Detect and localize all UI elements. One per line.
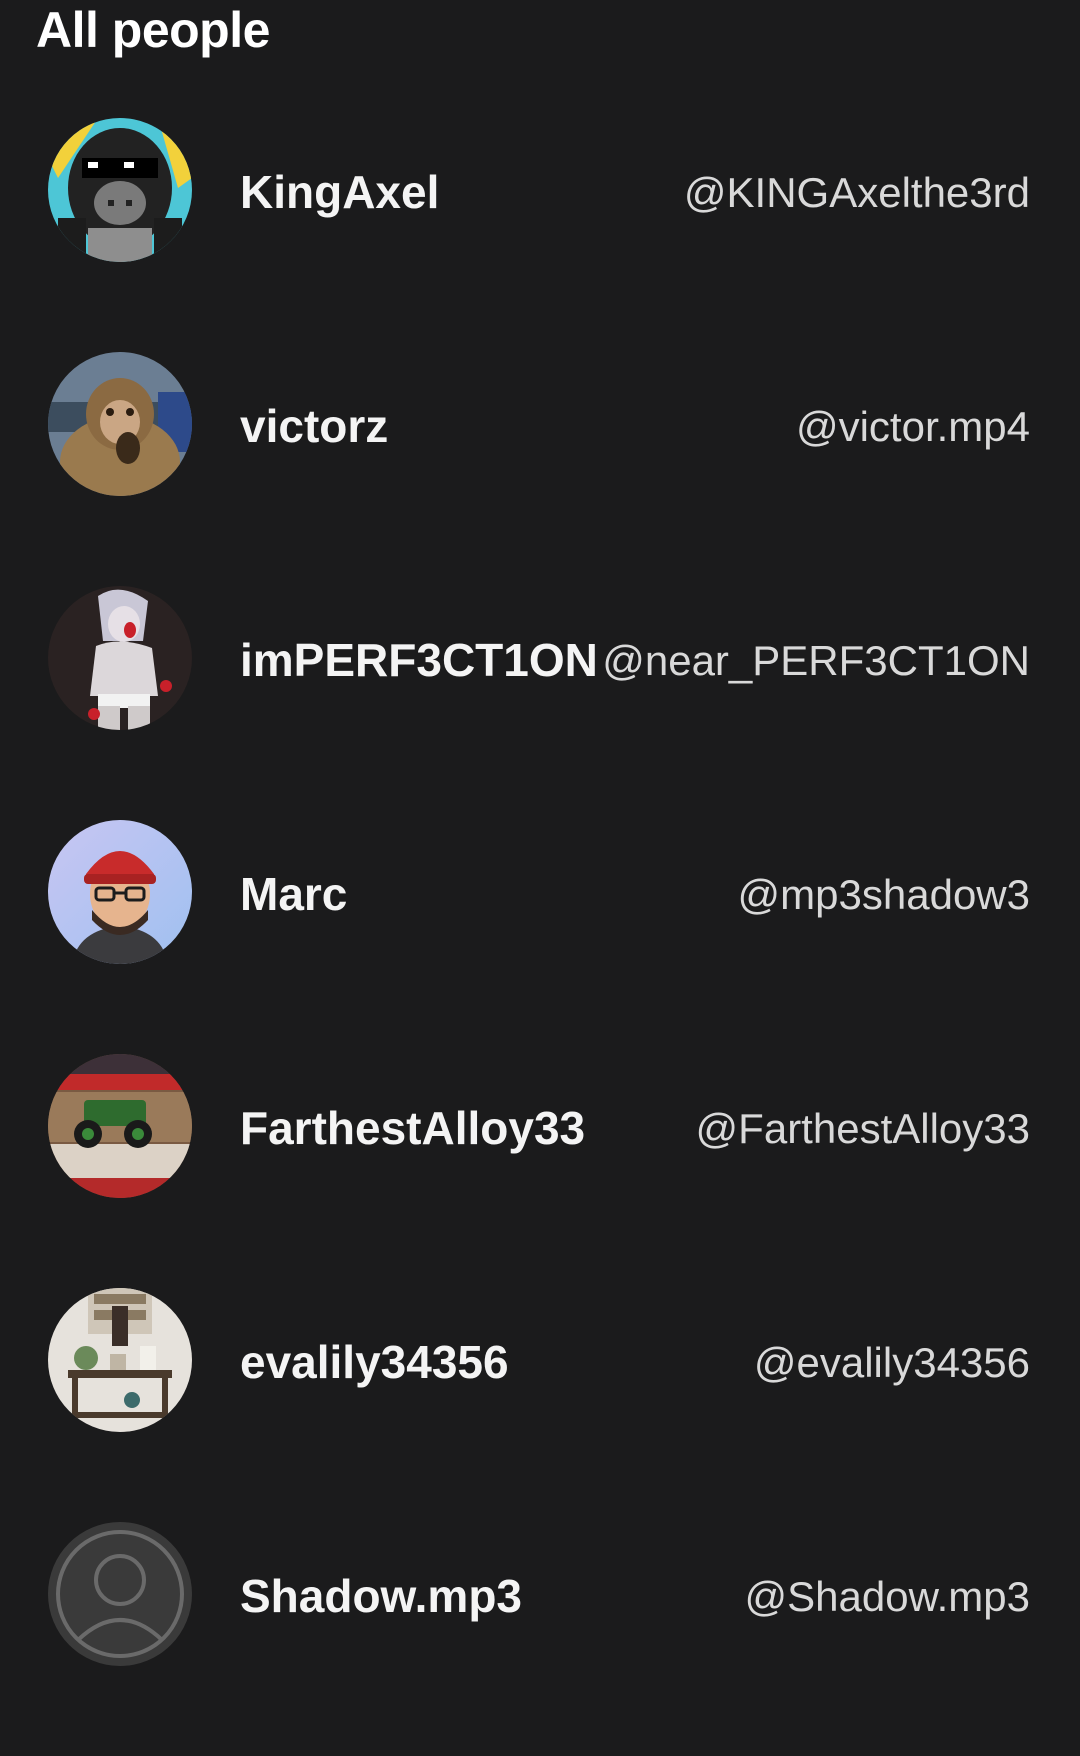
person-row-shadow-mp3[interactable]: Shadow.mp3 @Shadow.mp3 <box>0 1522 1080 1756</box>
person-handle: @KINGAxelthe3rd <box>683 169 1030 216</box>
room-interior-photo-avatar[interactable] <box>48 1288 192 1432</box>
person-name: evalily34356 <box>240 1336 509 1388</box>
gorilla-sunglasses-avatar[interactable] <box>48 118 192 262</box>
person-name: victorz <box>240 400 389 452</box>
person-handle: @near_PERF3CT1ON <box>602 637 1030 684</box>
cartoon-man-red-beanie-avatar[interactable] <box>48 820 192 964</box>
anime-character-avatar[interactable] <box>48 586 192 730</box>
monster-truck-photo-avatar[interactable] <box>48 1054 192 1198</box>
person-row-victorz[interactable]: victorz @victor.mp4 <box>0 352 1080 586</box>
person-name: imPERF3CT1ON <box>240 634 598 686</box>
person-handle: @mp3shadow3 <box>737 871 1030 918</box>
person-row-evalily34356[interactable]: evalily34356 @evalily34356 <box>0 1288 1080 1522</box>
section-title: All people <box>36 2 270 58</box>
person-name: Shadow.mp3 <box>240 1570 522 1622</box>
person-handle: @Shadow.mp3 <box>744 1573 1030 1620</box>
person-row-kingaxel[interactable]: KingAxel @KINGAxelthe3rd <box>0 118 1080 352</box>
person-name: FarthestAlloy33 <box>240 1102 586 1154</box>
default-user-avatar[interactable] <box>48 1522 192 1666</box>
person-handle: @FarthestAlloy33 <box>695 1105 1030 1152</box>
person-handle: @evalily34356 <box>753 1339 1030 1386</box>
person-row-marc[interactable]: Marc @mp3shadow3 <box>0 820 1080 1054</box>
person-handle: @victor.mp4 <box>795 403 1030 450</box>
person-name: Marc <box>240 868 348 920</box>
person-name: KingAxel <box>240 166 440 218</box>
monkey-photo-avatar[interactable] <box>48 352 192 496</box>
person-row-imperf3ct1on[interactable]: imPERF3CT1ON @near_PERF3CT1ON <box>0 586 1080 820</box>
person-row-farthestalloy33[interactable]: FarthestAlloy33 @FarthestAlloy33 <box>0 1054 1080 1288</box>
